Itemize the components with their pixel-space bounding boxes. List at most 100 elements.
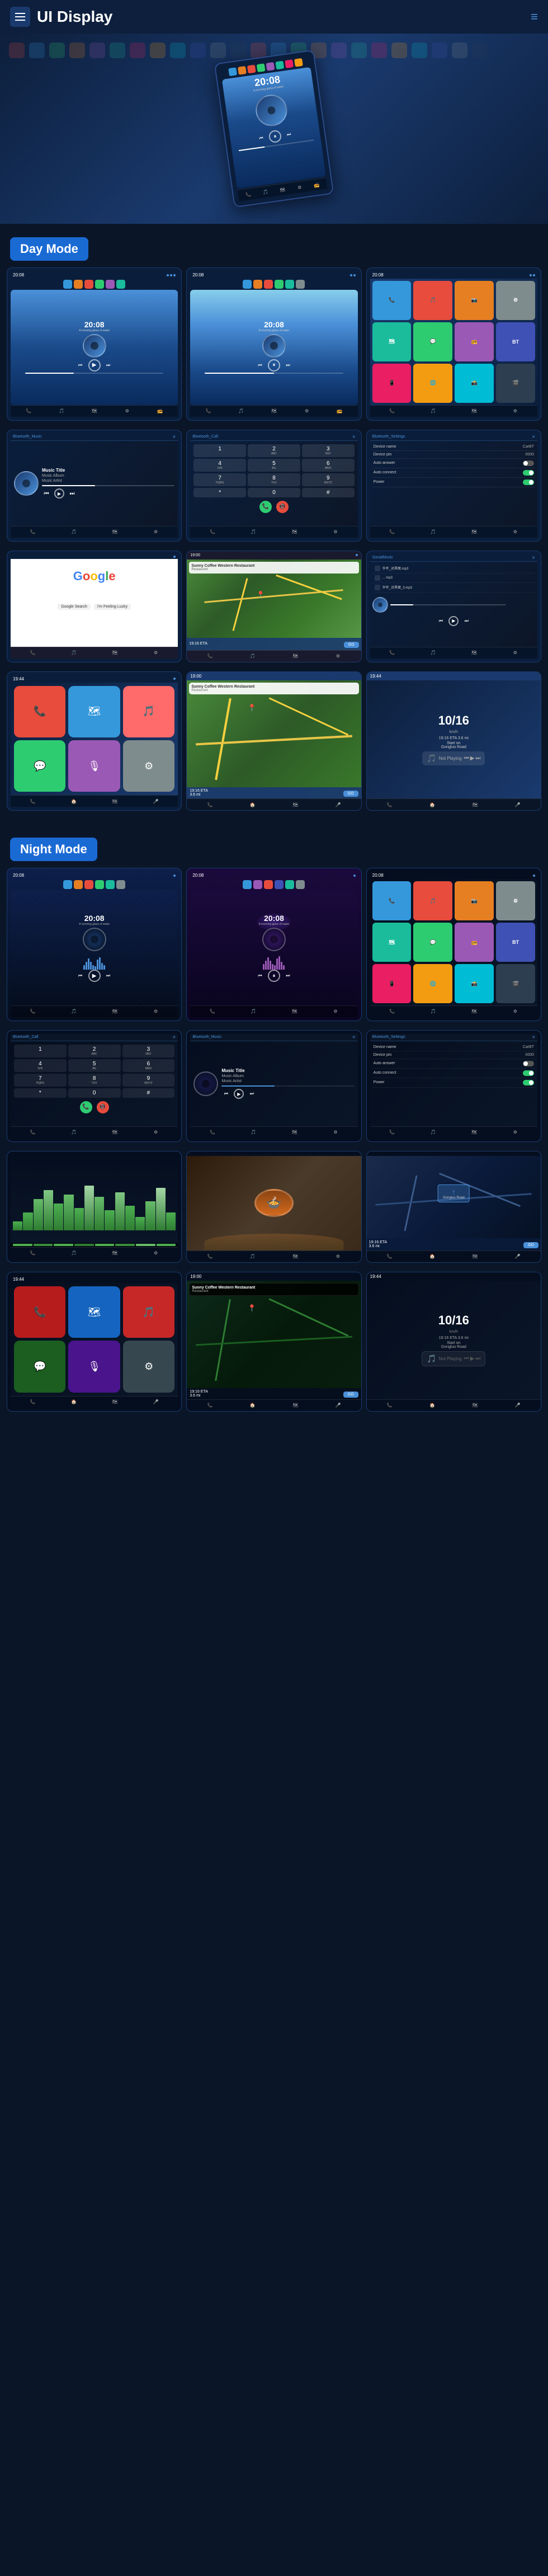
social-nav-map[interactable]: 🗺: [469, 649, 479, 657]
carplay-messages-icon[interactable]: 💬: [14, 740, 65, 792]
night-dial-4[interactable]: 4GHI: [14, 1059, 67, 1072]
night-play2[interactable]: ⏸: [268, 970, 280, 982]
settings-nav-settings[interactable]: ⚙: [510, 528, 520, 536]
night-bt-next[interactable]: ⏭: [247, 1089, 256, 1098]
play-btn[interactable]: ▶: [88, 359, 101, 372]
social-nav-settings[interactable]: ⚙: [510, 649, 520, 657]
cp-nav-map[interactable]: 🗺: [110, 797, 120, 805]
nnav-nav-phone[interactable]: 📞: [385, 1253, 395, 1261]
night-carplay-music[interactable]: 🎵: [123, 1286, 174, 1338]
nav-settings[interactable]: ⚙: [122, 407, 132, 415]
google-search-bar[interactable]: [22, 590, 167, 599]
close-icon-call[interactable]: ✕: [352, 435, 356, 439]
social-nav-phone[interactable]: 📞: [387, 649, 397, 657]
ncp-nav-home[interactable]: 🏠: [69, 1398, 79, 1406]
neq-nav-music[interactable]: 🎵: [69, 1249, 79, 1257]
night-prev1[interactable]: ⏮: [76, 971, 85, 980]
nm-nav-music[interactable]: 🎵: [69, 1008, 79, 1016]
dial-9[interactable]: 9WXYZ: [302, 473, 355, 486]
night-auto-connect-toggle[interactable]: [523, 1070, 534, 1076]
night-next1[interactable]: ⏭: [104, 971, 113, 980]
next-btn[interactable]: ⏭: [104, 361, 113, 370]
night-dial-2[interactable]: 2ABC: [68, 1045, 121, 1057]
night-carplay-set[interactable]: ⚙: [123, 1341, 174, 1392]
music-list-item-1[interactable]: 华年_对界面.mp3: [382, 566, 409, 571]
night-carplay-pod[interactable]: 🎙: [68, 1341, 120, 1392]
night-cp-play[interactable]: ▶: [470, 1356, 475, 1362]
ncpn-nav-map[interactable]: 🗺: [290, 1402, 300, 1409]
bt-play[interactable]: ▶: [54, 488, 64, 499]
ncpn-nav-phone[interactable]: 📞: [205, 1402, 215, 1409]
auto-connect-toggle[interactable]: [523, 470, 534, 476]
cpp-nav-phone[interactable]: 📞: [385, 801, 395, 808]
bt-nav-settings[interactable]: ⚙: [151, 528, 161, 536]
ncall-nav-map[interactable]: 🗺: [110, 1129, 120, 1136]
nbts-nav-map[interactable]: 🗺: [469, 1129, 479, 1136]
night-dial-1[interactable]: 1: [14, 1045, 67, 1057]
night-carplay-go[interactable]: GO: [343, 1392, 358, 1398]
carplay-maps-icon[interactable]: 🗺: [68, 686, 120, 737]
power-toggle[interactable]: [523, 480, 534, 485]
nbtm-nav-phone[interactable]: 📞: [207, 1129, 218, 1136]
night-dial-star[interactable]: *: [14, 1088, 67, 1098]
cpp-nav-home[interactable]: 🏠: [427, 801, 437, 808]
nav-map2[interactable]: 🗺: [269, 407, 279, 415]
nnav-nav-map[interactable]: 🗺: [470, 1253, 480, 1261]
ncpn-nav-home[interactable]: 🏠: [248, 1402, 258, 1409]
night-dial-3[interactable]: 3DEF: [122, 1045, 175, 1057]
bt-nav-music[interactable]: 🎵: [69, 528, 79, 536]
night-power-toggle[interactable]: [523, 1080, 534, 1085]
bt-nav-phone[interactable]: 📞: [28, 528, 38, 536]
nhome-nav-settings[interactable]: ⚙: [510, 1008, 520, 1016]
nhome-nav-map[interactable]: 🗺: [469, 1008, 479, 1016]
nm-nav-settings[interactable]: ⚙: [151, 1008, 161, 1016]
close-icon-social[interactable]: ✕: [532, 556, 535, 560]
ncpp-nav-siri[interactable]: 🎤: [513, 1402, 523, 1409]
dial-star[interactable]: *: [193, 488, 246, 497]
cp-next-btn[interactable]: ⏭: [475, 755, 480, 761]
night-cp-prev[interactable]: ⏮: [464, 1356, 469, 1362]
night-auto-answer-toggle[interactable]: [523, 1061, 534, 1066]
cpp-nav-map[interactable]: 🗺: [470, 801, 480, 808]
dial-4[interactable]: 4GHI: [193, 459, 246, 472]
call-nav-phone[interactable]: 📞: [207, 528, 218, 536]
nbts-nav-settings[interactable]: ⚙: [510, 1129, 520, 1136]
ncp-nav-map[interactable]: 🗺: [110, 1398, 120, 1406]
night-end-btn[interactable]: 📵: [97, 1101, 109, 1113]
ncall-nav-settings[interactable]: ⚙: [151, 1129, 161, 1136]
cpn-nav-map[interactable]: 🗺: [290, 801, 300, 808]
night-cp-next[interactable]: ⏭: [475, 1356, 480, 1362]
nav-phone2[interactable]: 📞: [204, 407, 214, 415]
neq-nav-settings[interactable]: ⚙: [151, 1249, 161, 1257]
social-prev[interactable]: ⏮: [436, 617, 445, 626]
home-nav-map[interactable]: 🗺: [469, 407, 479, 415]
settings-nav-map[interactable]: 🗺: [469, 528, 479, 536]
ncpp-nav-map[interactable]: 🗺: [470, 1402, 480, 1409]
night-dial-8[interactable]: 8TUV: [68, 1074, 121, 1087]
cp-nav-home[interactable]: 🏠: [69, 797, 79, 805]
night-carplay-maps[interactable]: 🗺: [68, 1286, 120, 1338]
ncall-nav-music[interactable]: 🎵: [69, 1129, 79, 1136]
nav-map[interactable]: 🗺: [89, 407, 100, 415]
night-play1[interactable]: ▶: [88, 970, 101, 982]
dial-3[interactable]: 3DEF: [302, 444, 355, 457]
call-nav-settings[interactable]: ⚙: [330, 528, 341, 536]
nm-nav-phone[interactable]: 📞: [28, 1008, 38, 1016]
cpn-nav-siri[interactable]: 🎤: [333, 801, 343, 808]
night-carplay-msgs[interactable]: 💬: [14, 1341, 65, 1392]
google-nav-music[interactable]: 🎵: [69, 649, 79, 657]
prev-btn2[interactable]: ⏮: [256, 361, 264, 370]
night-go-btn[interactable]: GO: [523, 1242, 538, 1248]
neq-nav-map[interactable]: 🗺: [110, 1249, 120, 1257]
night-dial-7[interactable]: 7PQRS: [14, 1074, 67, 1087]
nav-settings2[interactable]: ⚙: [302, 407, 312, 415]
night-next2[interactable]: ⏭: [284, 971, 292, 980]
ncp-nav-phone[interactable]: 📞: [28, 1398, 38, 1406]
google-nav-map[interactable]: 🗺: [110, 649, 120, 657]
call-btn[interactable]: 📞: [259, 501, 272, 513]
music-list-item-3[interactable]: 华年_对界面_3.mp3: [382, 585, 412, 590]
next-btn2[interactable]: ⏭: [284, 361, 292, 370]
map-nav-settings[interactable]: ⚙: [333, 652, 343, 660]
night-bt-prev[interactable]: ⏮: [221, 1089, 230, 1098]
go-button[interactable]: GO: [344, 642, 359, 648]
